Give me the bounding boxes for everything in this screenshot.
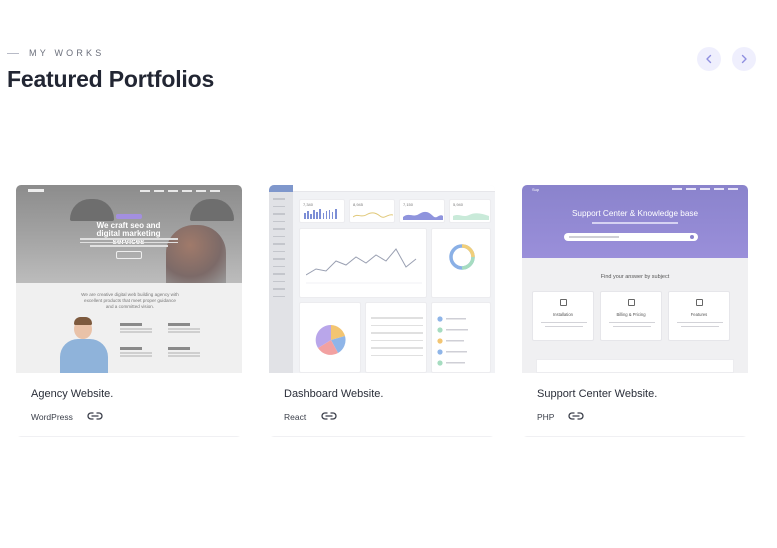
portfolio-tech: React: [284, 412, 307, 422]
portfolio-card-dashboard[interactable]: 7,340 8,945 7,150 5,940 Dashboard Websit…: [269, 185, 495, 437]
eyebrow-dash: [7, 52, 19, 54]
thumb-lower: We are creative digital web building age…: [16, 283, 242, 373]
thumb-activity: [431, 302, 491, 373]
lamp-shape: [190, 199, 234, 221]
thumb-pie: [299, 302, 361, 373]
thumb-hero: We craft seo and digital marketing servi…: [16, 185, 242, 283]
portfolio-tech: PHP: [537, 412, 555, 422]
link-icon[interactable]: [567, 410, 585, 422]
next-button[interactable]: [732, 47, 756, 71]
thumb-logo: Sup: [532, 187, 540, 192]
thumb-subheading: Find your answer by subject: [600, 274, 670, 280]
prev-button[interactable]: [697, 47, 721, 71]
portfolio-thumbnail[interactable]: Sup Support Center & Knowledge base Find…: [522, 185, 748, 373]
portfolio-thumbnail[interactable]: We craft seo and digital marketing servi…: [16, 185, 242, 373]
portfolio-card-support[interactable]: Sup Support Center & Knowledge base Find…: [522, 185, 748, 437]
person-image: [60, 317, 108, 373]
thumb-tile: Features: [668, 291, 730, 341]
box-icon: [696, 299, 703, 306]
thumb-stat: 7,150: [403, 202, 414, 207]
thumb-line-chart: [299, 228, 427, 298]
thumb-sidebar: [269, 185, 293, 373]
portfolio-name[interactable]: Support Center Website.: [537, 388, 657, 400]
thumb-stat: 8,945: [353, 202, 364, 207]
portfolio-name[interactable]: Dashboard Website.: [284, 388, 383, 400]
thumb-donut: [431, 228, 491, 298]
thumb-stat: 7,340: [303, 202, 314, 207]
thumb-tile: Billing & Pricing: [600, 291, 662, 341]
thumb-table: [365, 302, 427, 373]
people-image: [166, 225, 226, 283]
thumb-title: Support Center & Knowledge base: [571, 209, 699, 218]
portfolio-card-agency[interactable]: We craft seo and digital marketing servi…: [16, 185, 242, 437]
link-icon[interactable]: [86, 410, 104, 422]
section-title: Featured Portfolios: [7, 66, 215, 92]
lamp-shape: [70, 199, 114, 221]
portfolio-tech: WordPress: [31, 412, 73, 422]
thumb-lower: Find your answer by subject Installation…: [522, 258, 748, 373]
thumb-stat: 5,940: [453, 202, 464, 207]
section-eyebrow: MY WORKS: [7, 48, 104, 58]
portfolio-thumbnail[interactable]: 7,340 8,945 7,150 5,940: [269, 185, 495, 373]
chevron-right-icon: [741, 54, 747, 64]
eyebrow-text: MY WORKS: [29, 48, 105, 58]
thumb-body-title: We are creative digital web building age…: [81, 292, 179, 309]
document-icon: [560, 299, 567, 306]
portfolio-name[interactable]: Agency Website.: [31, 388, 113, 400]
chevron-left-icon: [706, 54, 712, 64]
thumb-search: [564, 233, 698, 241]
link-icon[interactable]: [320, 410, 338, 422]
thumb-hero: Sup Support Center & Knowledge base: [522, 185, 748, 258]
card-icon: [628, 299, 635, 306]
thumb-tile: Installation: [532, 291, 594, 341]
